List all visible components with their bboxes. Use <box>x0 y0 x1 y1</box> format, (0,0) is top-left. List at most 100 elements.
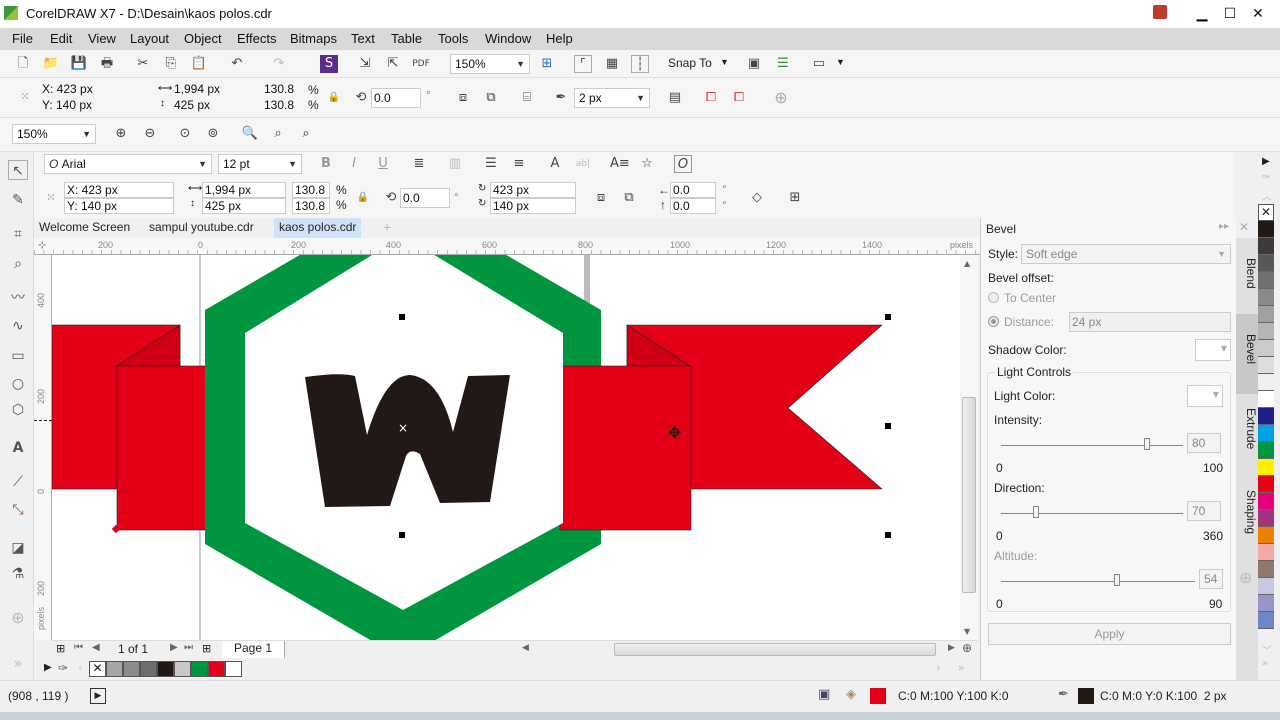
color-proofing-icon[interactable]: ▣ <box>818 687 830 702</box>
palette-color-swatch[interactable] <box>1258 544 1274 561</box>
menu-view[interactable]: View <box>88 31 116 46</box>
maximize-button[interactable]: ☐ <box>1216 4 1244 24</box>
x-position-field[interactable]: X: 423 px <box>40 82 140 98</box>
palette-menu-icon[interactable]: ▶ <box>1262 156 1270 167</box>
connector-tool-icon[interactable]: ⤡ <box>8 500 28 520</box>
lock-ratio-icon[interactable]: 🔒 <box>354 189 372 207</box>
options-icon[interactable]: ▣ <box>745 55 763 73</box>
close-button[interactable]: ✕ <box>1244 4 1272 24</box>
search-content-icon[interactable]: S <box>320 55 338 73</box>
menu-tools[interactable]: Tools <box>438 31 468 46</box>
mirror-vertical-icon[interactable]: ⧉ <box>482 89 500 107</box>
scroll-left-icon[interactable]: ◀ <box>522 643 529 653</box>
eyedropper-icon[interactable]: ✑ <box>58 661 68 675</box>
text-properties-icon[interactable]: A <box>546 155 564 173</box>
shadow-color-picker[interactable]: ▼ <box>1195 339 1231 361</box>
palette-menu-icon[interactable]: ▶ <box>44 662 52 673</box>
docker-tab-shaping[interactable]: Shaping <box>1236 470 1258 560</box>
scroll-palette-right-icon[interactable]: › <box>936 661 941 675</box>
style-dropdown[interactable]: Soft edge ▼ <box>1021 244 1231 264</box>
ellipse-tool-icon[interactable]: ○ <box>8 374 28 394</box>
palette-color-swatch[interactable] <box>1258 221 1274 238</box>
palette-color-swatch[interactable] <box>1258 391 1274 408</box>
x-position-field[interactable]: X: 423 px <box>64 182 174 198</box>
ruler-origin-icon[interactable]: ⊹ <box>38 240 46 251</box>
reference-point-icon[interactable]: ⁙ <box>16 88 34 106</box>
docker-tab-extrude[interactable]: Extrude <box>1236 388 1258 468</box>
altitude-value[interactable]: 54 <box>1199 569 1223 589</box>
polygon-tool-icon[interactable]: ⬡ <box>8 400 28 420</box>
palette-color-swatch[interactable] <box>1258 408 1274 425</box>
right-banner-front[interactable] <box>559 365 692 531</box>
text-tool-icon[interactable]: A <box>8 438 28 458</box>
mirror-horizontal-icon[interactable]: ⧈ <box>592 189 610 207</box>
zoom-navigator-icon[interactable]: ⊕ <box>962 641 972 655</box>
height-field[interactable]: 425 px <box>202 198 286 214</box>
menu-table[interactable]: Table <box>391 31 422 46</box>
palette-color-swatch[interactable] <box>1258 255 1274 272</box>
export-icon[interactable]: ⇱ <box>384 55 402 73</box>
menu-bitmaps[interactable]: Bitmaps <box>290 31 337 46</box>
snap-to-dropdown[interactable]: Snap To <box>668 56 712 70</box>
paste-icon[interactable]: 📋 <box>190 55 208 73</box>
lock-ratio-icon[interactable]: 🔒 <box>325 89 343 107</box>
next-page-icon[interactable]: ▶ <box>170 642 178 653</box>
palette-color-swatch[interactable] <box>1258 459 1274 476</box>
menu-window[interactable]: Window <box>485 31 531 46</box>
rotation-field[interactable]: 0.0 <box>400 188 450 208</box>
import-icon[interactable]: ⇲ <box>356 55 374 73</box>
text-alignment-icon[interactable]: ≣ <box>410 155 428 173</box>
menu-edit[interactable]: Edit <box>50 31 72 46</box>
cut-icon[interactable]: ✂ <box>134 55 152 73</box>
document-color-swatch[interactable] <box>191 661 208 677</box>
palette-color-swatch[interactable] <box>1258 425 1274 442</box>
save-icon[interactable]: 💾 <box>70 55 88 73</box>
document-color-swatch[interactable] <box>106 661 123 677</box>
to-front-icon[interactable]: ▤ <box>666 89 684 107</box>
palette-color-swatch[interactable] <box>1258 510 1274 527</box>
zoom-tool-icon[interactable]: ⌕ <box>8 254 28 274</box>
bullet-list-icon[interactable]: ☰ <box>482 155 500 173</box>
palette-color-swatch[interactable] <box>1258 272 1274 289</box>
rotation-center-y-field[interactable]: 140 px <box>490 198 576 214</box>
tab-sampul-youtube[interactable]: sampul youtube.cdr <box>144 218 259 238</box>
add-icon[interactable]: ⊕ <box>772 89 790 107</box>
open-icon[interactable]: 📁 <box>42 55 60 73</box>
light-color-picker[interactable]: ▼ <box>1187 385 1223 407</box>
scale-height-field[interactable]: 130.8 <box>262 98 302 114</box>
document-color-swatch[interactable] <box>140 661 157 677</box>
italic-icon[interactable]: I <box>345 155 363 173</box>
menu-help[interactable]: Help <box>546 31 573 46</box>
scale-width-field[interactable]: 130.8 <box>292 182 330 198</box>
vertical-scroll-thumb[interactable] <box>962 397 976 593</box>
docker-tab-blend[interactable]: Blend <box>1236 238 1258 318</box>
palette-color-swatch[interactable] <box>1258 442 1274 459</box>
vertical-scrollbar[interactable]: ▲ ▼ <box>960 255 978 640</box>
palette-color-swatch[interactable] <box>1258 306 1274 323</box>
intensity-slider-thumb[interactable] <box>1143 438 1150 450</box>
zoom-level-select[interactable]: 150% ▼ <box>12 124 96 144</box>
interactive-opentype-icon[interactable]: O <box>674 155 692 173</box>
crop-tool-icon[interactable]: ⌗ <box>8 224 28 244</box>
palette-color-swatch[interactable] <box>1258 527 1274 544</box>
distance-field[interactable]: 24 px <box>1069 312 1231 332</box>
horizontal-scroll-thumb[interactable] <box>614 643 936 656</box>
document-color-swatch[interactable] <box>123 661 140 677</box>
shape-tool-icon[interactable]: ✎ <box>8 190 28 210</box>
intensity-slider[interactable] <box>1001 445 1183 446</box>
zoom-to-height-icon[interactable]: ⌕ <box>297 125 315 143</box>
zoom-to-page-icon[interactable]: 🔍 <box>241 125 259 143</box>
artistic-media-tool-icon[interactable]: ∿ <box>8 316 28 336</box>
palette-color-swatch[interactable] <box>1258 238 1274 255</box>
bold-icon[interactable]: B <box>317 155 335 173</box>
direction-value[interactable]: 70 <box>1187 501 1221 521</box>
last-page-icon[interactable]: ⏭ <box>184 642 193 653</box>
previous-page-icon[interactable]: ◀ <box>92 642 100 653</box>
y-position-field[interactable]: Y: 140 px <box>40 98 140 114</box>
underline-icon[interactable]: U <box>374 155 392 173</box>
zoom-out-icon[interactable]: ⊖ <box>141 125 159 143</box>
skew-vertical-field[interactable]: 0.0 <box>670 198 716 214</box>
document-color-swatch[interactable] <box>208 661 225 677</box>
menu-layout[interactable]: Layout <box>130 31 169 46</box>
new-tab-button[interactable]: + <box>378 218 396 238</box>
